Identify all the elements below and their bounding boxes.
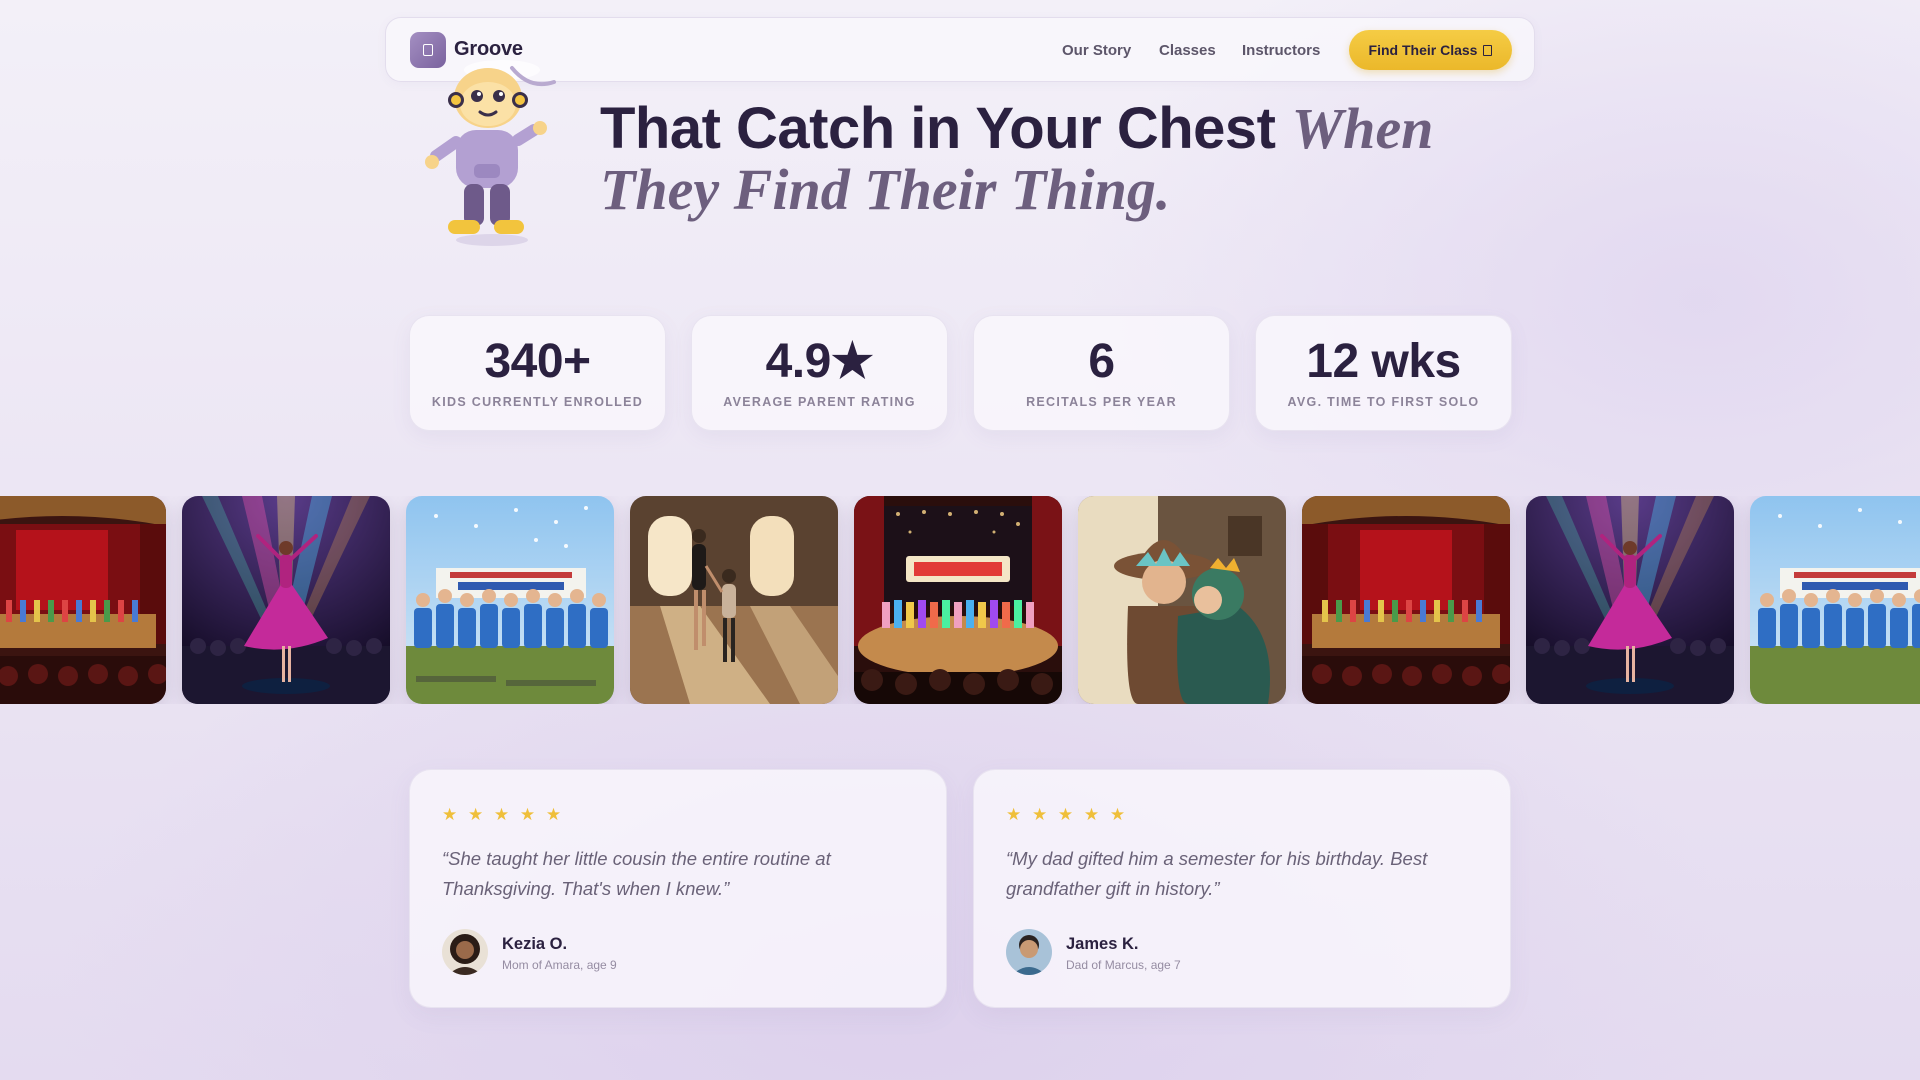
cta-label: Find Their Class	[1368, 42, 1478, 58]
dance-lesson-studio-photo[interactable]	[630, 496, 838, 704]
testimonial-card: ★ ★ ★ ★ ★ “She taught her little cousin …	[409, 769, 947, 1008]
stat-label: KIDS CURRENTLY ENROLLED	[431, 395, 644, 409]
star-rating: ★ ★ ★ ★ ★	[1006, 805, 1129, 824]
stat-value: 6	[1088, 335, 1115, 388]
stat-value: 340+	[484, 335, 591, 388]
grand-finale-stage-photo[interactable]	[854, 496, 1062, 704]
stat-card-recitals: 6 RECITALS PER YEAR	[973, 315, 1230, 431]
photo-gallery-strip	[0, 496, 1920, 704]
testimonial-card: ★ ★ ★ ★ ★ “My dad gifted him a semester …	[973, 769, 1511, 1008]
avatar	[1006, 929, 1052, 975]
recital-stage-group-photo[interactable]	[1302, 496, 1510, 704]
avatar	[442, 929, 488, 975]
find-their-class-button[interactable]: Find Their Class	[1349, 30, 1512, 70]
spotlight-dancer-photo[interactable]	[182, 496, 390, 704]
testimonial-author-name: James K.	[1066, 935, 1139, 953]
testimonial-author-role: Mom of Amara, age 9	[502, 958, 617, 972]
brand-name[interactable]: Groove	[454, 38, 523, 61]
stat-value: 4.9★	[765, 335, 874, 388]
spotlight-dancer-photo[interactable]	[1526, 496, 1734, 704]
hero-headline: That Catch in Your Chest When They Find …	[600, 98, 1520, 220]
stat-value: 12 wks	[1306, 335, 1461, 388]
testimonial-quote: “My dad gifted him a semester for his bi…	[1006, 848, 1428, 899]
stat-card-first-solo: 12 wks AVG. TIME TO FIRST SOLO	[1255, 315, 1512, 431]
recital-stage-group-photo[interactable]	[0, 496, 166, 704]
team-banner-celebration-photo[interactable]	[1750, 496, 1920, 704]
stat-label: AVG. TIME TO FIRST SOLO	[1287, 395, 1480, 409]
stat-label: AVERAGE PARENT RATING	[723, 395, 916, 409]
team-banner-celebration-photo[interactable]	[406, 496, 614, 704]
parent-child-hug-photo[interactable]	[1078, 496, 1286, 704]
nav-link-instructors[interactable]: Instructors	[1242, 42, 1320, 59]
stat-card-kids-enrolled: 340+ KIDS CURRENTLY ENROLLED	[409, 315, 666, 431]
nav-link-our-story[interactable]: Our Story	[1062, 42, 1131, 59]
star-rating: ★ ★ ★ ★ ★	[442, 805, 565, 824]
stat-label: RECITALS PER YEAR	[1026, 395, 1177, 409]
nav-link-classes[interactable]: Classes	[1159, 42, 1216, 59]
testimonial-author-name: Kezia O.	[502, 935, 568, 953]
hero-headline-strong: That Catch in Your Chest	[600, 96, 1276, 161]
testimonial-quote: “She taught her little cousin the entire…	[442, 848, 831, 899]
arrow-right-icon	[1483, 44, 1493, 56]
robot-mascot-illustration	[420, 60, 570, 250]
testimonial-author-role: Dad of Marcus, age 7	[1066, 958, 1181, 972]
stat-card-parent-rating: 4.9★ AVERAGE PARENT RATING	[691, 315, 948, 431]
